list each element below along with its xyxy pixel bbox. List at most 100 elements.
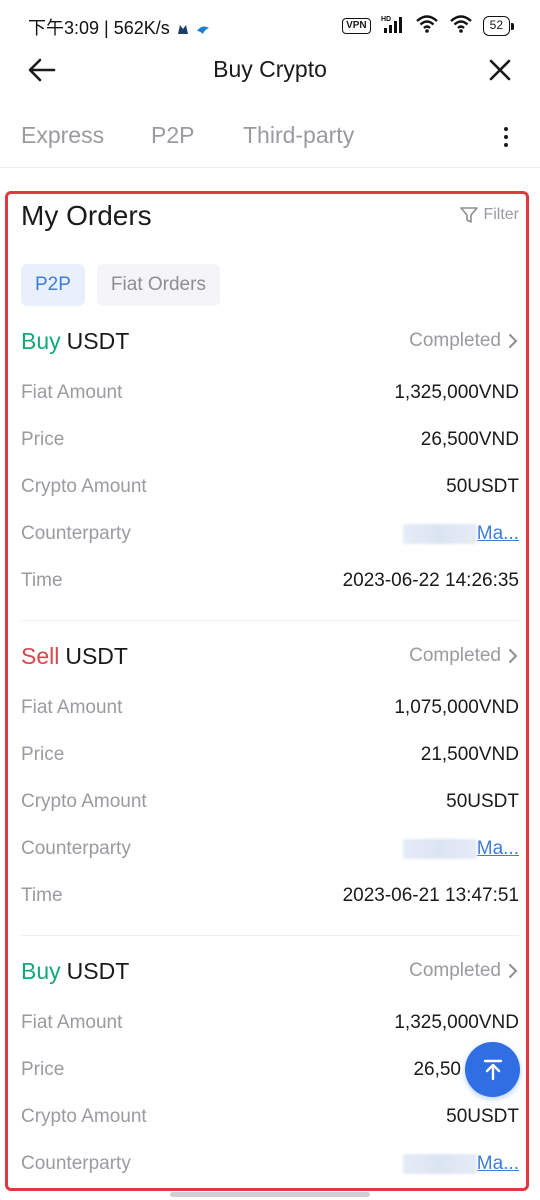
app-notification-icon [176,20,190,34]
divider [21,620,519,621]
counterparty-label: Counterparty [21,523,131,544]
status-bar: 下午3:09 | 562K/s VPN HD 52 [0,0,540,52]
status-time-speed: 下午3:09 | 562K/s [28,18,170,38]
filter-icon [460,207,479,223]
redacted-name [402,524,477,544]
time-value: 2023-06-22 14:26:35 [342,570,519,591]
crypto-amount-label: Crypto Amount [21,476,147,497]
counterparty-link[interactable]: Ma... [402,523,519,545]
order-card[interactable]: Sell USDT Completed Fiat Amount 1,075,000… [21,637,519,936]
chevron-right-icon [509,334,518,348]
bird-notification-icon [196,20,210,34]
price-label: Price [21,744,65,765]
order-row: Price 26,50 [21,1047,519,1094]
order-row: Price 21,500VND [21,732,519,779]
order-row: Fiat Amount 1,325,000VND [21,370,519,417]
fiat-amount-label: Fiat Amount [21,697,123,718]
order-side-buy: Buy [21,328,61,354]
order-row: Crypto Amount 50USDT [21,464,519,511]
order-row: Fiat Amount 1,075,000VND [21,685,519,732]
tab-third-party[interactable]: Third-party [243,122,354,149]
tab-p2p[interactable]: P2P [151,122,194,149]
order-status: Completed [409,960,501,981]
order-status-link[interactable]: Completed [409,330,519,352]
more-vertical-icon [504,127,508,147]
svg-text:HD: HD [381,16,391,23]
close-icon [489,59,511,81]
fiat-amount-value: 1,075,000VND [394,697,519,718]
chevron-right-icon [509,964,518,978]
subtab-fiat-orders[interactable]: Fiat Orders [96,264,220,306]
order-row: Counterparty Ma... [21,1141,519,1188]
fiat-amount-value: 1,325,000VND [394,1012,519,1033]
arrow-up-to-top-icon [483,1059,502,1080]
chevron-right-icon [509,649,518,663]
crypto-amount-value: 50USDT [446,791,519,812]
time-label: Time [21,885,63,906]
redacted-name [402,1154,477,1174]
fiat-amount-value: 1,325,000VND [394,382,519,403]
order-title: Sell USDT [21,643,128,670]
redacted-name [402,839,477,859]
more-options-button[interactable] [494,122,518,152]
page-title: Buy Crypto [213,56,327,82]
order-row: Crypto Amount 50USDT [21,1094,519,1141]
order-title: Buy USDT [21,328,129,355]
order-title: Buy USDT [21,958,129,985]
order-status-link[interactable]: Completed [409,645,519,667]
filter-label: Filter [483,206,519,223]
order-card[interactable]: Buy USDT Completed Fiat Amount 1,325,000V… [21,322,519,621]
price-value: 21,500VND [420,744,519,765]
home-indicator [170,1192,370,1197]
close-button[interactable] [484,54,516,86]
wifi-icon [415,14,439,37]
order-coin: USDT [65,643,128,669]
order-status: Completed [409,330,501,351]
tab-express[interactable]: Express [21,122,104,149]
top-nav: Buy Crypto [0,48,540,92]
signal-icon: HD [381,14,405,37]
my-orders-title: My Orders [21,200,152,231]
counterparty-link[interactable]: Ma... [402,1153,519,1175]
order-row: Time 2023-06-22 14:26:35 [21,558,519,605]
order-row: Counterparty Ma... [21,511,519,558]
fiat-amount-label: Fiat Amount [21,1012,123,1033]
order-status-link[interactable]: Completed [409,960,519,982]
scroll-to-top-button[interactable] [465,1042,520,1097]
crypto-amount-label: Crypto Amount [21,791,147,812]
divider [21,935,519,936]
order-coin: USDT [66,958,130,984]
order-side-buy: Buy [21,958,61,984]
order-row: Fiat Amount 1,325,000VND [21,1000,519,1047]
price-label: Price [21,1059,65,1080]
order-card[interactable]: Buy USDT Completed Fiat Amount 1,325,000V… [21,952,519,1188]
crypto-amount-value: 50USDT [446,476,519,497]
order-row: Crypto Amount 50USDT [21,779,519,826]
order-row: Counterparty Ma... [21,826,519,873]
order-type-tabs: P2P Fiat Orders [21,264,220,306]
tab-bar: Express P2P Third-party [0,112,540,168]
order-status: Completed [409,645,501,666]
time-label: Time [21,570,63,591]
price-value: 26,50 [413,1059,461,1080]
counterparty-label: Counterparty [21,838,131,859]
order-coin: USDT [66,328,130,354]
counterparty-label: Counterparty [21,1153,131,1174]
time-value: 2023-06-21 13:47:51 [342,885,519,906]
fiat-amount-label: Fiat Amount [21,382,123,403]
subtab-p2p[interactable]: P2P [21,264,85,306]
crypto-amount-value: 50USDT [446,1106,519,1127]
counterparty-name: Ma... [476,523,519,544]
filter-button[interactable]: Filter [459,205,519,225]
order-row: Price 26,500VND [21,417,519,464]
vpn-badge: VPN [342,17,371,34]
crypto-amount-label: Crypto Amount [21,1106,147,1127]
battery-indicator: 52 [482,15,515,36]
counterparty-link[interactable]: Ma... [402,838,519,860]
counterparty-name: Ma... [476,838,519,859]
counterparty-name: Ma... [476,1153,519,1174]
order-row: Time 2023-06-21 13:47:51 [21,873,519,920]
price-value: 26,500VND [420,429,519,450]
wifi-icon-secondary [449,14,473,37]
price-label: Price [21,429,65,450]
